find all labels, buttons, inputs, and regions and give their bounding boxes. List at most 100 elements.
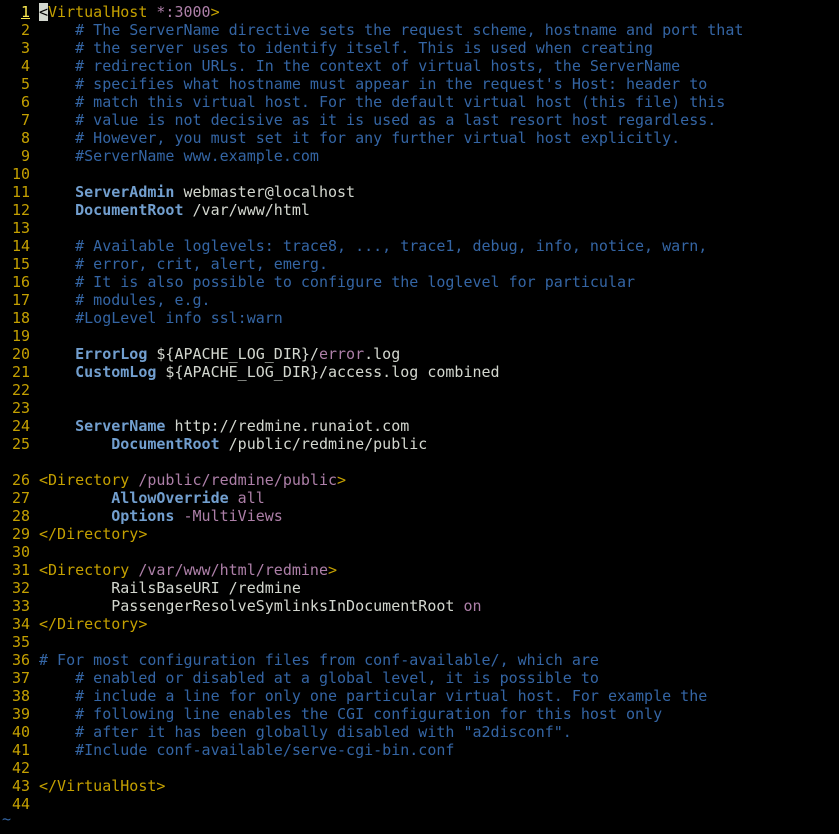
code-token: # For most configuration files from conf… bbox=[39, 651, 599, 669]
code-line[interactable]: 11 ServerAdmin webmaster@localhost bbox=[0, 183, 355, 201]
line-number: 6 bbox=[20, 93, 30, 111]
code-line[interactable]: 9 #ServerName www.example.com bbox=[0, 147, 319, 165]
code-line[interactable]: 22 bbox=[0, 381, 39, 399]
code-token: # following line enables the CGI configu… bbox=[39, 705, 663, 723]
code-line[interactable]: 21 CustomLog ${APACHE_LOG_DIR}/access.lo… bbox=[0, 363, 500, 381]
code-token: PassengerResolveSymlinksInDocumentRoot bbox=[39, 597, 464, 615]
line-number: 39 bbox=[11, 705, 30, 723]
line-number: 12 bbox=[11, 201, 30, 219]
code-line[interactable]: 14 # Available loglevels: trace8, ..., t… bbox=[0, 237, 707, 255]
code-line[interactable]: 10 bbox=[0, 165, 39, 183]
code-token: # Available loglevels: trace8, ..., trac… bbox=[39, 237, 708, 255]
code-token: # after it has been globally disabled wi… bbox=[39, 723, 572, 741]
code-token: http://redmine.runaiot.com bbox=[165, 417, 410, 435]
code-token: webmaster@localhost bbox=[174, 183, 356, 201]
code-line[interactable]: 25 DocumentRoot /public/redmine/public bbox=[0, 435, 427, 453]
code-line[interactable]: 27 AllowOverride all bbox=[0, 489, 265, 507]
code-token: <Directory bbox=[39, 561, 130, 579]
code-line[interactable]: 28 Options -MultiViews bbox=[0, 507, 283, 525]
code-line[interactable]: 35 bbox=[0, 633, 39, 651]
code-line[interactable]: 15 # error, crit, alert, emerg. bbox=[0, 255, 328, 273]
code-line[interactable]: 26 <Directory /public/redmine/public> bbox=[0, 471, 346, 489]
code-line[interactable]: 23 bbox=[0, 399, 39, 417]
code-token: DocumentRoot bbox=[75, 201, 184, 219]
code-token: *:3000 bbox=[147, 3, 211, 21]
line-number: 18 bbox=[11, 309, 30, 327]
code-line[interactable]: 36 # For most configuration files from co… bbox=[0, 651, 599, 669]
line-number: 23 bbox=[11, 399, 30, 417]
code-line[interactable]: 37 # enabled or disabled at a global lev… bbox=[0, 669, 599, 687]
code-token: # the server uses to identify itself. Th… bbox=[39, 39, 654, 57]
code-line[interactable]: 16 # It is also possible to configure th… bbox=[0, 273, 635, 291]
code-line[interactable]: 34 </Directory> bbox=[0, 615, 147, 633]
code-token: # enabled or disabled at a global level,… bbox=[39, 669, 599, 687]
code-token: # include a line for only one particular… bbox=[39, 687, 708, 705]
code-token: /public/redmine/public bbox=[219, 435, 428, 453]
code-line[interactable]: 19 bbox=[0, 327, 39, 345]
line-number: 38 bbox=[11, 687, 30, 705]
line-number: 3 bbox=[20, 39, 30, 57]
code-line[interactable]: 3 # the server uses to identify itself. … bbox=[0, 39, 653, 57]
code-token: ${APACHE_LOG_DIR}/access.log combined bbox=[156, 363, 500, 381]
code-token: .log bbox=[364, 345, 401, 363]
code-token: # The ServerName directive sets the requ… bbox=[39, 21, 744, 39]
code-token: /public/redmine/public bbox=[129, 471, 338, 489]
line-number: 36 bbox=[11, 651, 30, 669]
code-line[interactable]: 30 bbox=[0, 543, 39, 561]
code-token: </Directory> bbox=[39, 525, 148, 543]
line-number: 42 bbox=[11, 759, 30, 777]
code-line[interactable]: 8 # However, you must set it for any fur… bbox=[0, 129, 680, 147]
code-line[interactable]: 2 # The ServerName directive sets the re… bbox=[0, 21, 743, 39]
code-token: # It is also possible to configure the l… bbox=[39, 273, 636, 291]
code-line[interactable]: 12 DocumentRoot /var/www/html bbox=[0, 201, 310, 219]
code-line[interactable]: 18 #LogLevel info ssl:warn bbox=[0, 309, 283, 327]
vim-editor[interactable]: 1 <VirtualHost *:3000> 2 # The ServerName … bbox=[0, 0, 839, 834]
code-token: # match this virtual host. For the defau… bbox=[39, 93, 726, 111]
code-line[interactable]: 42 bbox=[0, 759, 39, 777]
line-number: 14 bbox=[11, 237, 30, 255]
line-number: 31 bbox=[11, 561, 30, 579]
code-token: -MultiViews bbox=[174, 507, 283, 525]
code-line[interactable]: 13 bbox=[0, 219, 39, 237]
line-number: 28 bbox=[11, 507, 30, 525]
code-line[interactable]: 43 </VirtualHost> bbox=[0, 777, 166, 795]
code-token: /var/www/html/redmine bbox=[129, 561, 328, 579]
code-line[interactable]: 1 <VirtualHost *:3000> bbox=[0, 3, 220, 21]
code-line[interactable]: 20 ErrorLog ${APACHE_LOG_DIR}/error.log bbox=[0, 345, 400, 363]
line-number: 22 bbox=[11, 381, 30, 399]
line-number: 19 bbox=[11, 327, 30, 345]
code-token: > bbox=[328, 561, 338, 579]
line-number: 4 bbox=[20, 57, 30, 75]
code-token: ServerAdmin bbox=[75, 183, 175, 201]
code-line[interactable]: 32 RailsBaseURI /redmine bbox=[0, 579, 301, 597]
line-number: 10 bbox=[11, 165, 30, 183]
code-line[interactable]: 40 # after it has been globally disabled… bbox=[0, 723, 572, 741]
code-token: AllowOverride bbox=[111, 489, 229, 507]
code-token: # modules, e.g. bbox=[39, 291, 211, 309]
line-number: 5 bbox=[20, 75, 30, 93]
code-line[interactable]: 4 # redirection URLs. In the context of … bbox=[0, 57, 680, 75]
code-line[interactable]: 5 # specifies what hostname must appear … bbox=[0, 75, 707, 93]
code-line[interactable]: 41 #Include conf-available/serve-cgi-bin… bbox=[0, 741, 454, 759]
code-line[interactable]: 38 # include a line for only one particu… bbox=[0, 687, 707, 705]
line-number: 8 bbox=[20, 129, 30, 147]
code-token: #Include conf-available/serve-cgi-bin.co… bbox=[39, 741, 455, 759]
code-token: ErrorLog bbox=[75, 345, 148, 363]
code-line[interactable]: 7 # value is not decisive as it is used … bbox=[0, 111, 716, 129]
code-line[interactable]: 39 # following line enables the CGI conf… bbox=[0, 705, 662, 723]
code-line[interactable]: 17 # modules, e.g. bbox=[0, 291, 211, 309]
line-number: 2 bbox=[20, 21, 30, 39]
code-line[interactable]: 31 <Directory /var/www/html/redmine> bbox=[0, 561, 337, 579]
code-line[interactable]: 29 </Directory> bbox=[0, 525, 147, 543]
code-line[interactable] bbox=[0, 453, 39, 471]
line-number: 25 bbox=[11, 435, 30, 453]
code-token: #LogLevel info ssl:warn bbox=[39, 309, 283, 327]
code-line[interactable]: 6 # match this virtual host. For the def… bbox=[0, 93, 725, 111]
line-number: 32 bbox=[11, 579, 30, 597]
code-line[interactable]: 33 PassengerResolveSymlinksInDocumentRoo… bbox=[0, 597, 482, 615]
code-line[interactable]: 24 ServerName http://redmine.runaiot.com bbox=[0, 417, 409, 435]
